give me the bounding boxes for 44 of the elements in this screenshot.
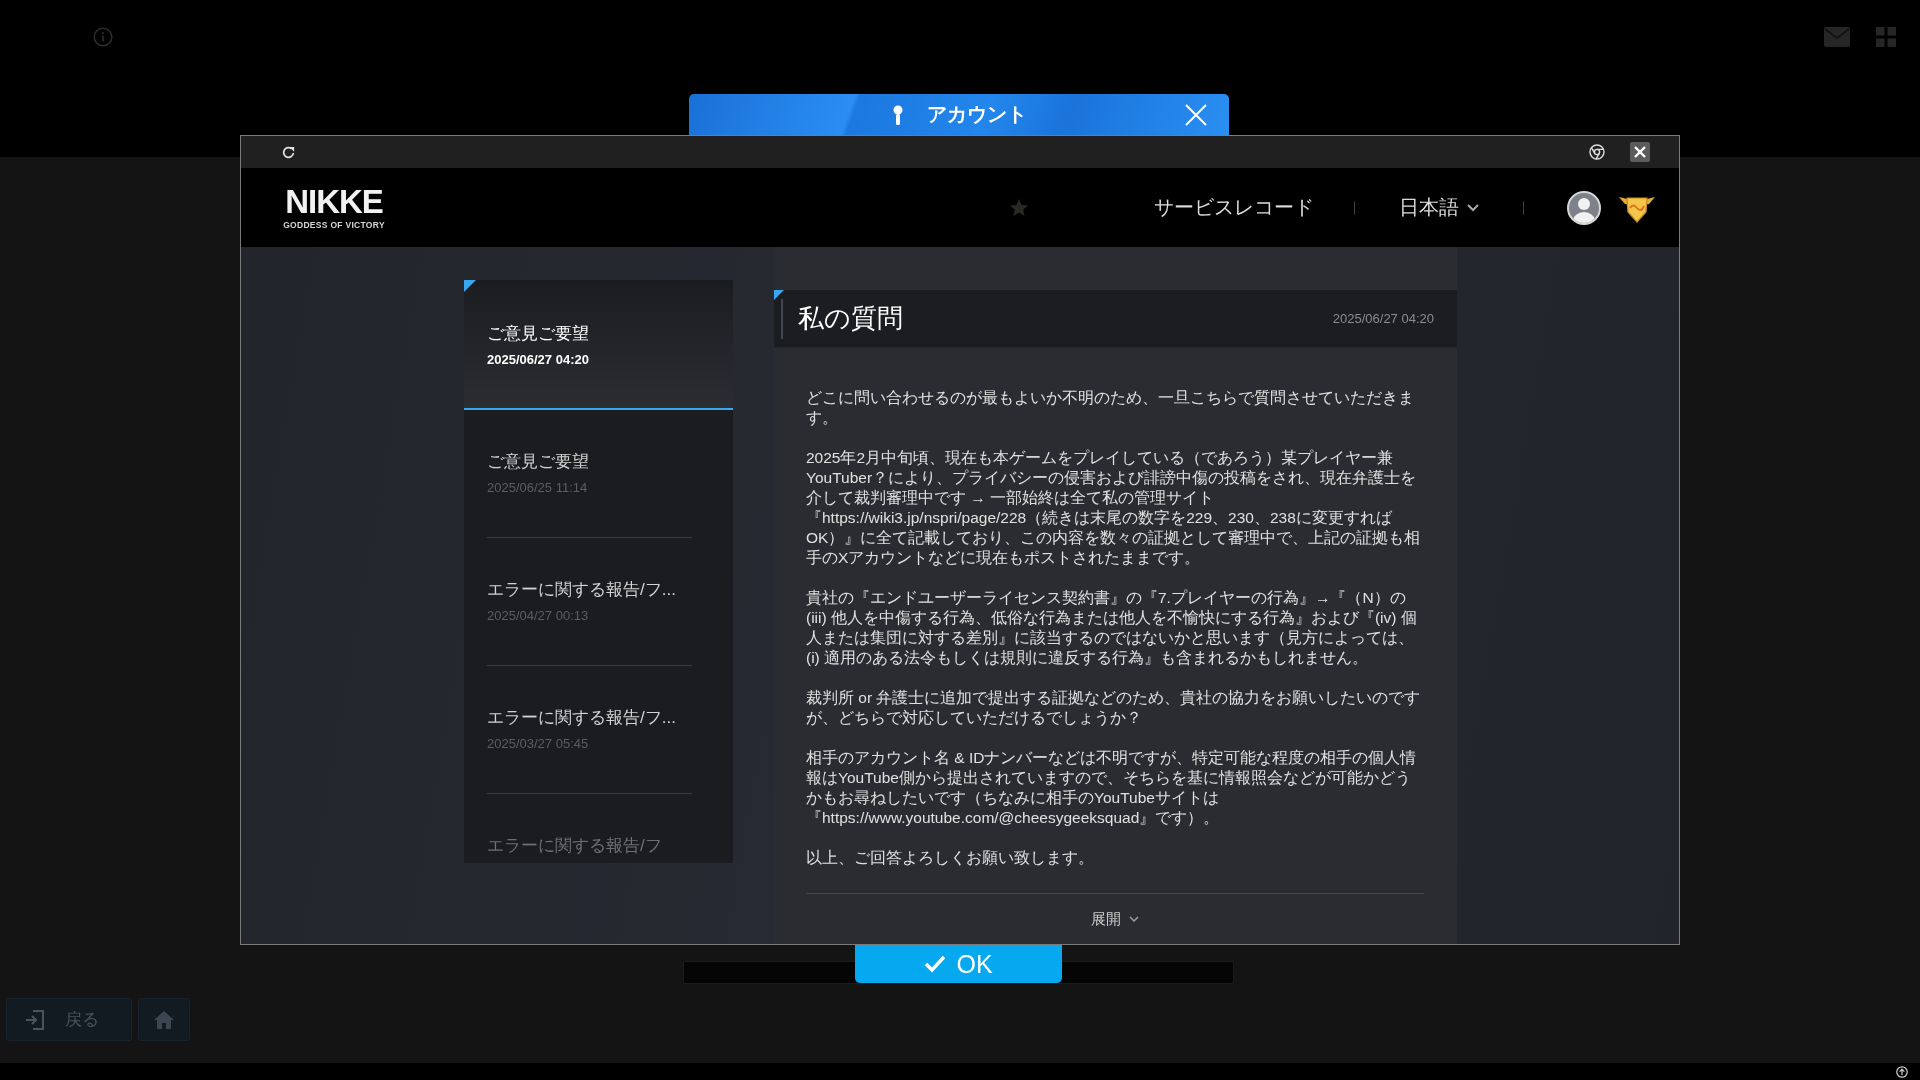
expand-button[interactable]: 展開 (1091, 909, 1139, 929)
close-icon (1185, 103, 1207, 126)
inquiry-item[interactable]: ご意見ご要望 2025/06/25 11:14 (464, 410, 733, 538)
avatar-icon[interactable] (1567, 190, 1601, 225)
refresh-icon[interactable] (281, 144, 296, 160)
question-date: 2025/06/27 04:20 (1332, 311, 1434, 326)
question-paragraph: 裁判所 or 弁護士に追加で提出する証拠などのため、貴社の協力をお願いしたいのですが、どちらで対応していただけるでしょうか？ (806, 688, 1422, 728)
check-icon (924, 955, 947, 973)
inquiry-title: エラーに関する報告/フ (487, 835, 662, 857)
question-paragraph: 以上、ご回答よろしくお願い致します。 (806, 848, 1095, 868)
dialog-title: アカウント (927, 102, 1027, 127)
close-button[interactable] (1630, 142, 1650, 162)
close-button[interactable] (1185, 103, 1207, 126)
exit-icon (25, 1009, 45, 1030)
corner-marker-icon (464, 280, 476, 292)
language-selector[interactable]: 日本語 (1399, 194, 1479, 221)
inquiry-title: ご意見ご要望 (487, 451, 589, 473)
inquiry-item[interactable]: エラーに関する報告/フ... 2025/04/27 00:13 (464, 538, 733, 666)
inquiry-date: 2025/04/27 00:13 (487, 607, 589, 625)
star-icon (1010, 198, 1028, 217)
home-icon (154, 1010, 174, 1029)
inquiry-date: 2025/06/27 04:20 (487, 351, 589, 369)
corner-marker-icon (774, 290, 784, 300)
browser-icon[interactable] (1589, 144, 1605, 160)
logo-tagline: GODDESS OF VICTORY (283, 219, 385, 230)
inquiry-title: エラーに関する報告/フ... (487, 707, 676, 729)
inquiry-title: ご意見ご要望 (487, 323, 589, 345)
inquiry-date: 2025/03/27 05:45 (487, 735, 589, 753)
question-paragraph: 貴社の『エンドユーザーライセンス契約書』の『7.プレイヤーの行為』→『（N）の(iii) 他人を中傷する行為、低俗な行為または他人を不愉快にする行為』および『(iv) 個人または集団に対する差別』に該当するのではないかと思います（見方によっては、 (i) 適用のある法令もしくは規則に違反する行為』も含まれるかもしれません。 (806, 588, 1418, 668)
close-icon (1634, 146, 1646, 158)
question-paragraph: どこに問い合わせるのが最もよいか不明のため、一旦こちらで質問させていただきます。 (806, 388, 1415, 428)
service-record-link[interactable]: サービスレコード (1154, 194, 1314, 221)
pin-icon (891, 104, 905, 125)
question-paragraph: 相手のアカウント名 & IDナンバーなどは不明ですが、特定可能な程度の相手の個人情報はYouTube側から提出されていますので、そちらを基に情報照会などが可能かどうかもお尋ねしたいです（ちなみに相手のYouTubeサイトは『https://www.youtube.com/@cheesygeeksquad』です）。 (806, 748, 1418, 828)
chevron-down-icon (1129, 916, 1139, 922)
inquiry-title: エラーに関する報告/フ... (487, 579, 676, 601)
inquiry-item[interactable]: エラーに関する報告/フ... 2025/03/27 05:45 (464, 666, 733, 794)
inquiry-date: 2025/06/25 11:14 (487, 479, 588, 497)
question-title: 私の質問 (798, 302, 903, 335)
chevron-down-icon (1467, 203, 1479, 212)
question-paragraph: 2025年2月中旬頃、現在も本ゲームをプレイしている（であろう）某プレイヤー兼YouTuber？により、プライバシーの侵害および誹謗中傷の投稿をされ、現在弁護士を介して裁判審理中です → 一部始終は全て私の管理サイト『https://wiki3.jp/nspri/page/228（続きは末尾の数字を229、230、238に変更すればOK）』に全て記載しており、この内容を数々の証拠として審理中で、上記の証拠も相手のXアカウントなどに現在もポストされたままです。 (806, 448, 1422, 568)
circle-arrow-icon[interactable] (1896, 1065, 1908, 1078)
logo-wordmark[interactable]: NIKKE (285, 185, 383, 218)
inquiry-item[interactable]: ご意見ご要望 2025/06/27 04:20 (464, 280, 733, 410)
